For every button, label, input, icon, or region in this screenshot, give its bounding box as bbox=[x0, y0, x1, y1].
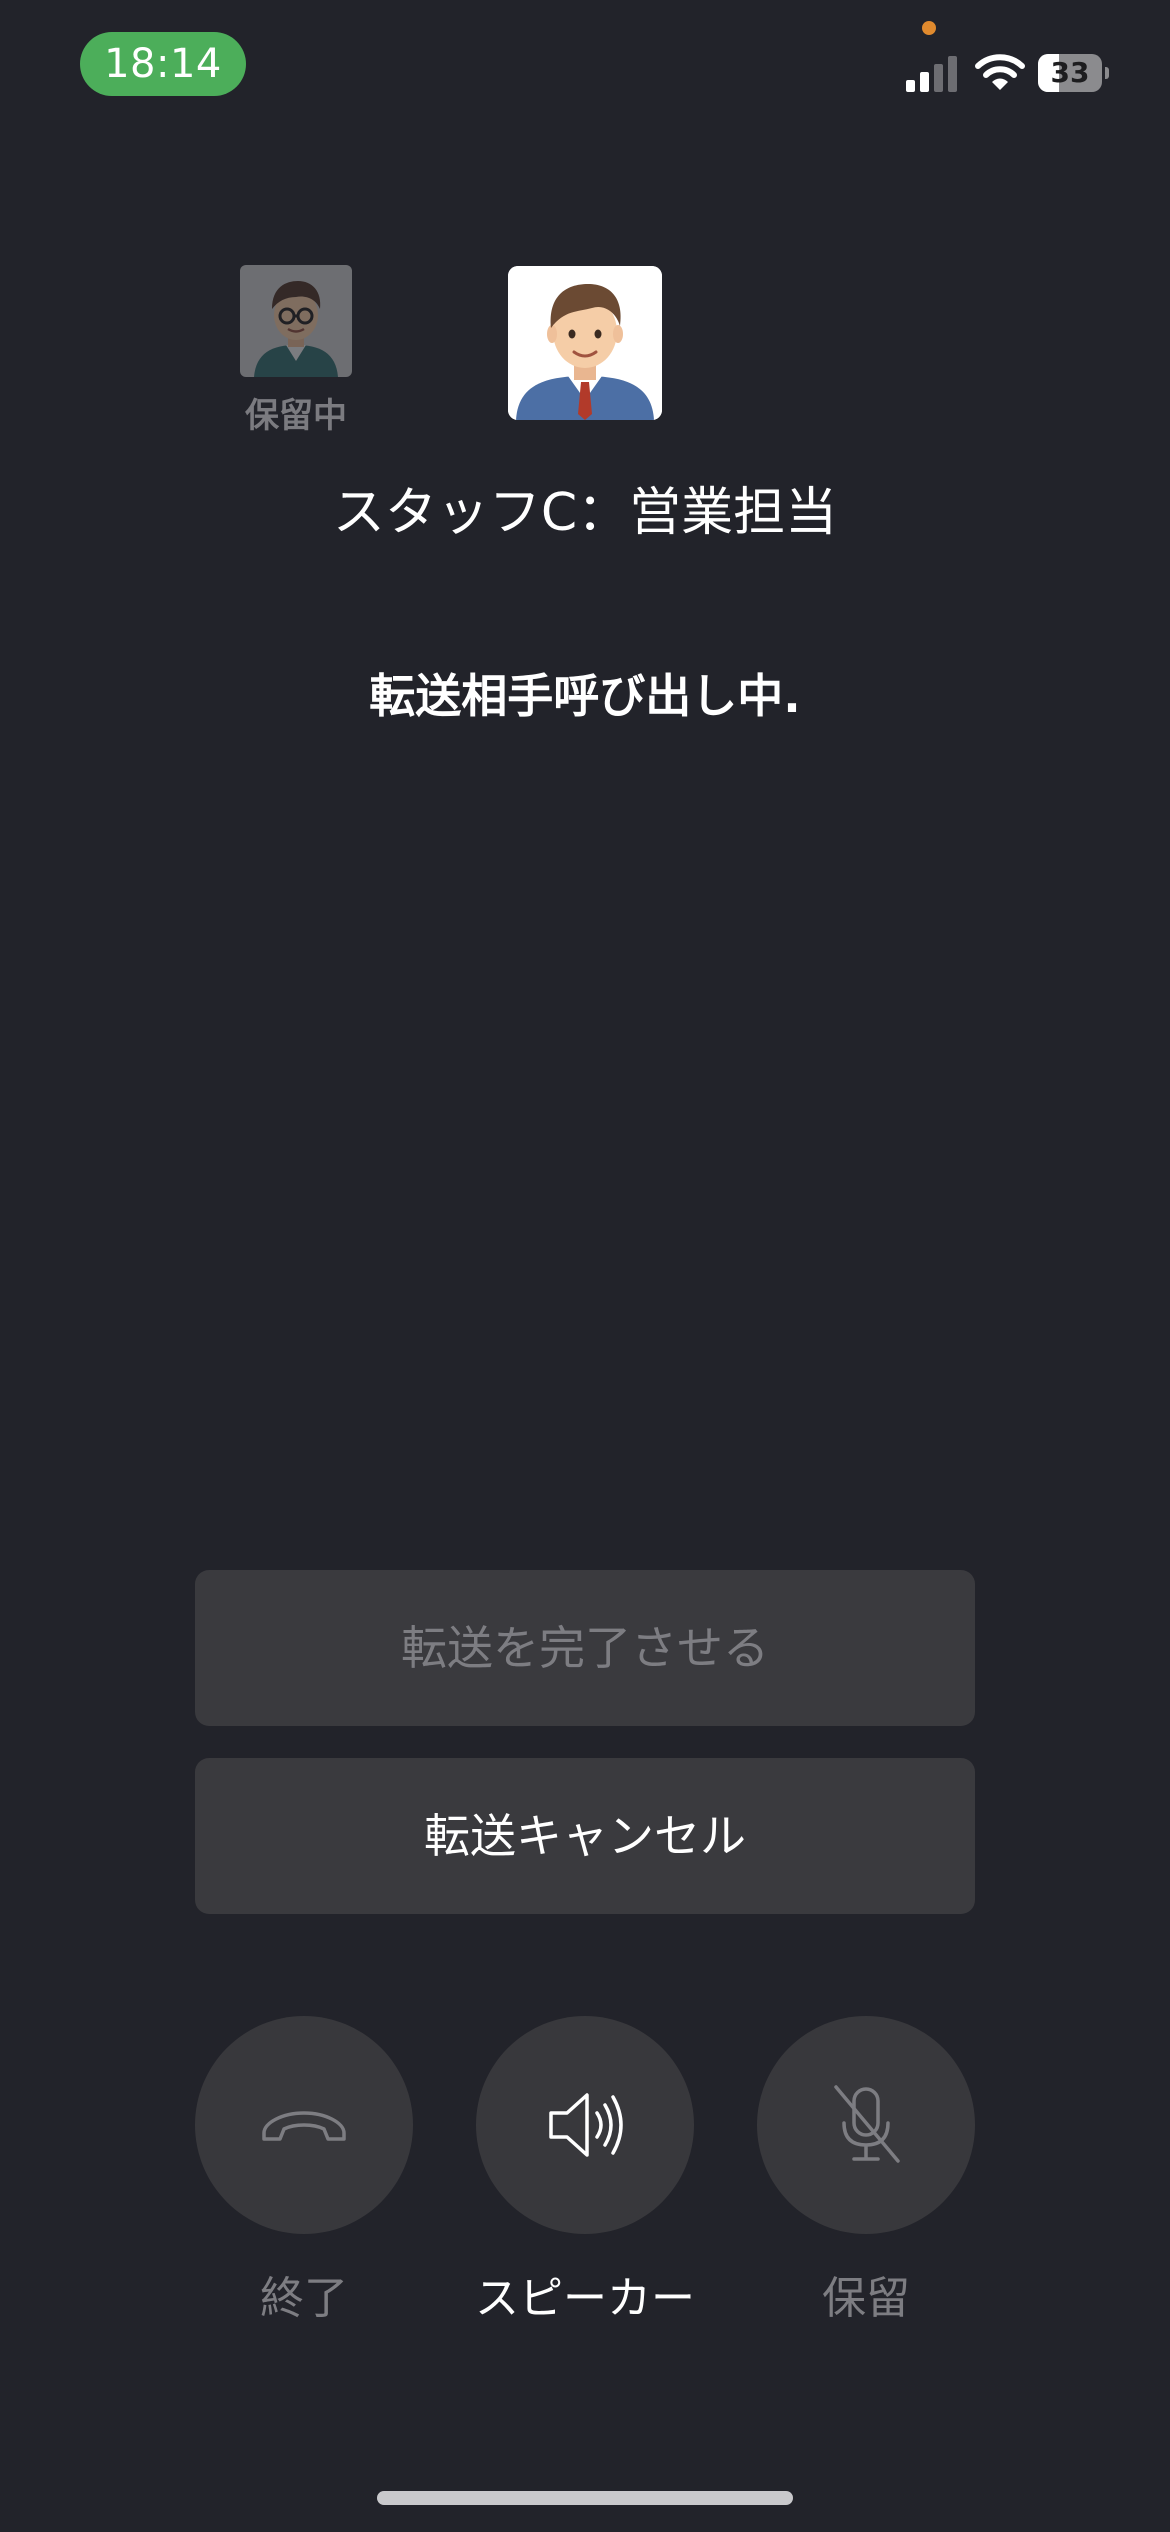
cancel-transfer-button[interactable]: 転送キャンセル bbox=[195, 1758, 975, 1914]
call-status: 転送相手呼び出し中. bbox=[369, 669, 801, 723]
battery-percent: 33 bbox=[1050, 56, 1090, 89]
speaker-label: スピーカー bbox=[475, 2273, 695, 2324]
mic-muted-icon bbox=[834, 2085, 900, 2163]
end-call-button[interactable] bbox=[195, 2016, 413, 2234]
caller-name: スタッフC：営業担当 bbox=[332, 483, 838, 543]
speaker-button[interactable] bbox=[476, 2016, 694, 2234]
hold-label: 保留 bbox=[822, 2273, 910, 2324]
end-call-label: 終了 bbox=[260, 2273, 348, 2324]
complete-transfer-button[interactable]: 転送を完了させる bbox=[195, 1570, 975, 1726]
held-status-label: 保留中 bbox=[245, 396, 347, 436]
phone-hangup-icon bbox=[262, 2111, 346, 2141]
wifi-icon bbox=[975, 54, 1025, 90]
speaker-icon bbox=[549, 2093, 623, 2157]
transfer-target-avatar bbox=[508, 266, 662, 420]
mic-in-use-indicator bbox=[922, 21, 936, 35]
hold-button[interactable] bbox=[757, 2016, 975, 2234]
home-indicator[interactable] bbox=[377, 2491, 793, 2505]
signal-icon bbox=[906, 54, 958, 92]
battery-icon: 33 bbox=[1038, 54, 1109, 92]
status-time: 18:14 bbox=[80, 32, 246, 96]
held-caller-avatar bbox=[240, 265, 352, 377]
